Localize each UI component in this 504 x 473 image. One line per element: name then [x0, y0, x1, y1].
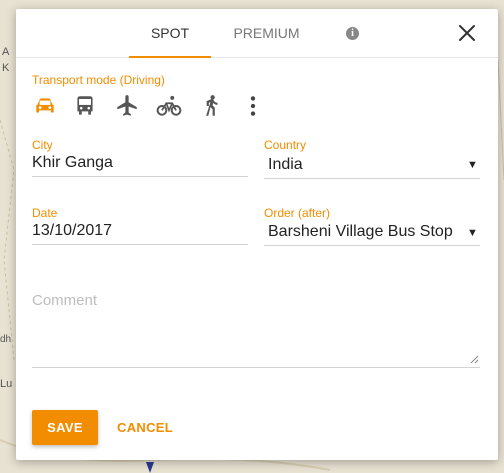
car-icon[interactable]	[32, 93, 58, 119]
tab-premium[interactable]: PREMIUM	[224, 9, 309, 57]
bicycle-icon[interactable]	[156, 93, 182, 119]
save-button[interactable]: SAVE	[32, 410, 98, 445]
plane-icon[interactable]	[114, 93, 140, 119]
country-select[interactable]: India	[268, 156, 303, 174]
more-vert-icon[interactable]	[240, 93, 266, 119]
order-select[interactable]: Barsheni Village Bus Stop	[268, 223, 453, 241]
tab-spot[interactable]: SPOT	[129, 9, 211, 58]
bus-icon[interactable]	[72, 93, 98, 119]
comment-textarea[interactable]: Comment	[32, 292, 97, 309]
info-icon[interactable]: i	[346, 27, 359, 40]
date-underline	[32, 244, 248, 245]
order-dropdown-arrow[interactable]: ▼	[467, 227, 478, 239]
comment-underline	[32, 367, 480, 368]
close-icon[interactable]	[456, 22, 478, 44]
order-underline	[264, 245, 480, 246]
map-label: A	[2, 46, 10, 58]
city-underline	[32, 176, 248, 177]
map-label: K	[2, 62, 10, 74]
resize-handle-icon[interactable]	[469, 354, 479, 364]
city-input[interactable]: Khir Ganga	[32, 154, 113, 172]
cancel-button[interactable]: CANCEL	[112, 410, 178, 445]
tab-premium-label: PREMIUM	[233, 25, 300, 41]
date-label: Date	[32, 206, 58, 220]
spot-dialog: SPOT PREMIUM i Transport mode (Driving)	[16, 9, 498, 460]
date-input[interactable]: 13/10/2017	[32, 222, 112, 240]
walk-icon[interactable]	[198, 93, 224, 119]
map-label: dh	[0, 334, 12, 345]
country-dropdown-arrow[interactable]: ▼	[467, 159, 478, 171]
country-underline	[264, 178, 480, 179]
transport-mode-label: Transport mode (Driving)	[32, 73, 165, 87]
active-tab-indicator	[129, 56, 211, 58]
order-label: Order (after)	[264, 206, 331, 220]
map-label: Lu	[0, 378, 13, 390]
tab-spot-label: SPOT	[150, 25, 190, 41]
tab-bar: SPOT PREMIUM i	[16, 9, 498, 58]
city-label: City	[32, 138, 53, 152]
country-label: Country	[264, 138, 307, 152]
